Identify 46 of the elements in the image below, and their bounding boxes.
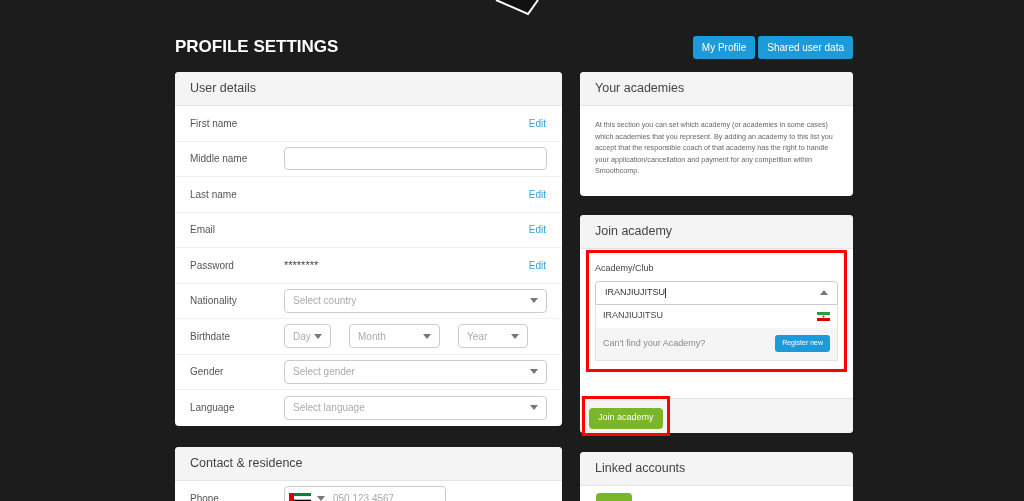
page-title: PROFILE SETTINGS [175,36,339,59]
field-label: Language [189,401,236,416]
phone-field[interactable]: 050 123 4567 [284,486,446,501]
select-field[interactable]: Select country [284,288,547,313]
select-field[interactable]: Month [349,324,440,349]
edit-link[interactable]: Edit [528,257,546,273]
join-academy-button[interactable]: Join academy [589,407,663,429]
select-field[interactable]: Select gender [284,359,547,384]
edit-link[interactable]: Edit [528,186,546,202]
field-label: Nationality [189,294,238,309]
field-label: First name [189,116,239,131]
input-field[interactable] [284,147,547,171]
card-header: Linked accounts [580,452,853,486]
card-header: Join academy [580,215,853,249]
select-field[interactable]: Select language [284,395,547,420]
edit-link[interactable]: Edit [528,222,546,238]
caret-icon [530,298,538,304]
field-label: Phone [189,491,220,501]
card-header: User details [175,72,562,106]
field-label: Birthdate [189,329,232,344]
field-label: Academy/Club [595,262,655,275]
flag-icon [817,311,830,321]
caret-icon [314,333,322,339]
field-label: Gender [189,365,225,380]
select-field[interactable]: Day [284,324,331,349]
field-value: ******** [284,258,319,273]
caret-icon [530,405,538,411]
caret-icon [820,290,828,295]
academy-search-field[interactable]: IRANJIUJITSU [595,280,838,305]
caret-icon [423,333,431,339]
field-label: Email [189,223,216,238]
caret-icon [317,495,325,501]
card-header: Contact & residence [175,446,562,481]
field-label: Middle name [189,152,249,167]
header-button[interactable]: Shared user data [758,35,853,59]
field-label: Last name [189,187,238,202]
field-label: Password [189,258,235,273]
select-field[interactable]: Year [458,324,528,349]
dropdown-option[interactable]: IRANJIUJITSU [596,304,837,328]
edit-link[interactable]: Edit [528,115,546,131]
caret-icon [511,333,519,339]
header-button[interactable]: My Profile [692,35,756,59]
text-cursor [665,287,666,298]
card-header: Your academies [580,72,853,106]
caret-icon [530,369,538,375]
not-found-text: Can't find your Academy? [603,336,706,350]
